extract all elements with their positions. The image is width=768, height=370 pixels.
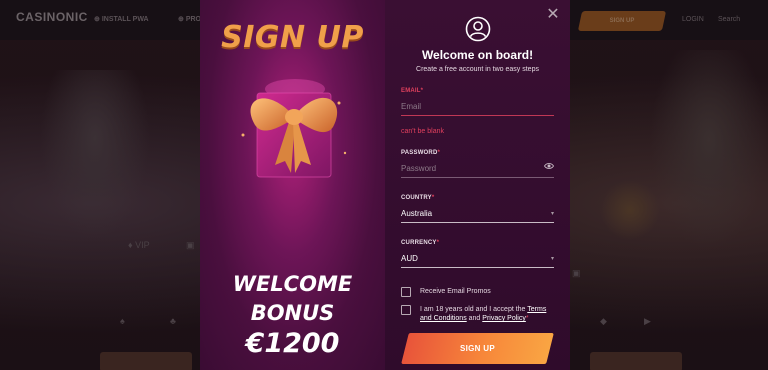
background-club-icon: ♣ — [170, 316, 176, 326]
background-spade-icon: ♠ — [120, 316, 125, 326]
email-promos-label: Receive Email Promos — [420, 288, 491, 295]
email-field[interactable] — [401, 98, 554, 116]
background-bottom-button-right — [590, 352, 682, 370]
signup-submit-button[interactable]: SIGN UP — [401, 333, 554, 364]
background-category-vip: ♦ VIP — [128, 240, 150, 250]
eye-icon[interactable] — [544, 162, 554, 170]
email-error-message: can't be blank — [401, 128, 444, 135]
welcome-bonus-line1: WELCOME — [232, 272, 353, 296]
email-promos-row: Receive Email Promos — [401, 287, 556, 297]
promo-title: SIGN UP — [221, 20, 364, 55]
welcome-bonus-line2: BONUS — [250, 301, 335, 325]
promo-panel: SIGN UP WELCOME BONUS €1200 — [200, 0, 385, 370]
welcome-bonus: WELCOME BONUS €1200 — [200, 270, 385, 358]
email-field-group: EMAIL* — [401, 88, 554, 116]
background-robot-art — [40, 70, 150, 240]
chevron-down-icon: ▾ — [550, 256, 554, 262]
background-knight-art — [650, 50, 768, 250]
privacy-link[interactable]: Privacy Policy — [482, 315, 526, 322]
background-category-table: ▣ — [572, 268, 581, 278]
currency-select[interactable]: AUD ▾ — [401, 250, 554, 268]
background-bottom-button-left — [100, 352, 192, 370]
signup-modal: SIGN UP WELCOME BONUS €1200 ✕ Welcome on… — [200, 0, 570, 370]
currency-select-value: AUD — [401, 254, 418, 263]
password-field[interactable] — [401, 160, 554, 178]
background-signup-button: SIGN UP — [577, 11, 667, 31]
chevron-down-icon: ▾ — [550, 211, 554, 217]
background-orb-art — [600, 180, 660, 240]
email-promos-checkbox[interactable] — [401, 287, 411, 297]
background-play-icon: ▶ — [644, 316, 651, 326]
currency-label: CURRENCY* — [401, 240, 440, 246]
email-label: EMAIL* — [401, 88, 424, 94]
country-select[interactable]: Australia ▾ — [401, 205, 554, 223]
background-login-link: LOGIN — [682, 16, 704, 23]
form-title: Welcome on board! — [421, 48, 534, 62]
background-search-link: Search — [718, 16, 741, 23]
terms-checkbox[interactable] — [401, 305, 411, 315]
country-field-group: COUNTRY* Australia ▾ — [401, 195, 554, 223]
background-category-slots: ▣ — [186, 240, 195, 250]
user-circle-icon — [465, 16, 491, 42]
background-install-link: ⊕ INSTALL PWA — [94, 16, 149, 23]
close-icon[interactable]: ✕ — [546, 7, 560, 23]
password-field-group: PASSWORD* — [401, 150, 554, 178]
terms-label: I am 18 years old and I accept the Terms… — [420, 306, 547, 322]
background-logo: CASINONIC — [16, 10, 88, 24]
currency-field-group: CURRENCY* AUD ▾ — [401, 240, 554, 268]
signup-form-panel: ✕ Welcome on board! Create a free accoun… — [385, 0, 570, 370]
terms-row: I am 18 years old and I accept the Terms… — [401, 305, 556, 323]
gift-box-illustration — [241, 79, 347, 178]
form-subtitle: Create a free account in two easy steps — [416, 66, 539, 73]
welcome-bonus-amount: €1200 — [245, 328, 340, 359]
password-label: PASSWORD* — [401, 150, 441, 156]
country-label: COUNTRY* — [401, 195, 435, 201]
country-select-value: Australia — [401, 209, 433, 218]
background-dice-icon: ◆ — [600, 316, 607, 326]
